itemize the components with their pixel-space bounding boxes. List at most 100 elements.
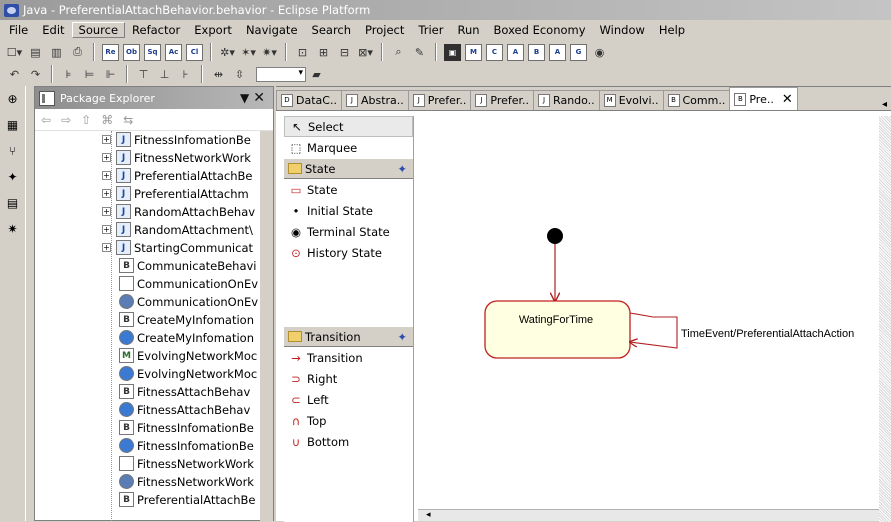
menu-boxed-economy[interactable]: Boxed Economy [487, 23, 593, 37]
globe-icon[interactable]: ◉ [591, 44, 608, 61]
editor-tab[interactable]: D DataC.. [276, 90, 342, 110]
tree-item[interactable]: + J FitnessInfomationBe [102, 131, 273, 148]
new-icon[interactable]: ☐▾ [6, 44, 23, 61]
resource-perspective-icon[interactable]: ▦ [4, 116, 22, 134]
close-tab-icon[interactable]: ✕ [782, 92, 793, 107]
menu-source[interactable]: Source [71, 22, 126, 38]
tree-item[interactable]: B CreateMyInfomation [119, 311, 273, 328]
a2-icon[interactable]: A [549, 43, 566, 61]
menu-file[interactable]: File [2, 23, 35, 37]
search-icon[interactable]: ⌕ [390, 44, 407, 61]
tree-item[interactable]: B FitnessAttachBehav [119, 383, 273, 400]
align-left-icon[interactable]: ⊧ [60, 66, 77, 83]
new-class-icon[interactable]: ⊟ [336, 44, 353, 61]
tree-item[interactable]: M EvolvingNetworkMoc [119, 347, 273, 364]
palette-item-history-state[interactable]: ⊙ History State [284, 242, 413, 263]
pin-icon[interactable]: ✦ [397, 330, 413, 344]
initial-state-node[interactable] [547, 228, 563, 244]
palette-item-state[interactable]: ▭ State [284, 179, 413, 200]
align-middle-icon[interactable]: ⊥ [156, 66, 173, 83]
align-bottom-icon[interactable]: ⊦ [177, 66, 194, 83]
forward-icon[interactable]: ⇨ [61, 113, 71, 127]
c-icon[interactable]: C [486, 43, 503, 61]
scroll-left-icon[interactable]: ◂ [426, 510, 431, 520]
g-icon[interactable]: G [570, 43, 587, 61]
tree-item[interactable]: + J RandomAttachment\ [102, 221, 273, 238]
cvs-icon[interactable]: ▤ [4, 194, 22, 212]
link-editor-icon[interactable]: ⇆ [123, 113, 133, 127]
tree-item[interactable]: B FitnessInfomationBe [119, 419, 273, 436]
menu-window[interactable]: Window [593, 23, 652, 37]
re-button[interactable]: Re [102, 43, 119, 61]
editor-tab[interactable]: B Pre.. ✕ [729, 87, 798, 110]
expand-icon[interactable]: + [102, 171, 111, 180]
open-type-icon[interactable]: ▣ [444, 43, 461, 61]
palette-drawer-transition[interactable]: Transition ✦ [284, 326, 413, 347]
b-icon[interactable]: B [528, 43, 545, 61]
palette-item-terminal-state[interactable]: ◉ Terminal State [284, 221, 413, 242]
ac-button[interactable]: Ac [165, 43, 182, 61]
print-icon[interactable]: ⎙ [69, 44, 86, 61]
tree-item[interactable]: B CommunicateBehavi [119, 257, 273, 274]
ob-button[interactable]: Ob [123, 43, 140, 61]
save-icon[interactable]: ▤ [27, 44, 44, 61]
new-package-icon[interactable]: ⊞ [315, 44, 332, 61]
tree-item[interactable]: CreateMyInfomation [119, 329, 273, 346]
editor-tab[interactable]: J Prefer.. [407, 90, 472, 110]
run-icon[interactable]: ✶▾ [240, 44, 257, 61]
menu-export[interactable]: Export [187, 23, 239, 37]
tree-item[interactable]: EvolvingNetworkMoc [119, 365, 273, 382]
expand-icon[interactable]: + [102, 243, 111, 252]
expand-icon[interactable]: + [102, 189, 111, 198]
editor-tab[interactable]: J Rando.. [533, 90, 600, 110]
state-node[interactable] [484, 300, 631, 359]
tree-item[interactable]: + J FitnessNetworkWork [102, 149, 273, 166]
collapse-all-icon[interactable]: ⌘ [101, 113, 113, 127]
menu-project[interactable]: Project [358, 23, 411, 37]
tree-item[interactable]: CommunicationOnEv [119, 293, 273, 310]
save-all-icon[interactable]: ▥ [48, 44, 65, 61]
m-icon[interactable]: M [465, 43, 482, 61]
java-perspective-icon[interactable]: ✦ [4, 168, 22, 186]
open-perspective-icon[interactable]: ⊕ [4, 90, 22, 108]
tree-item[interactable]: FitnessAttachBehav [119, 401, 273, 418]
match-height-icon[interactable]: ⇳ [231, 66, 248, 83]
menu-help[interactable]: Help [652, 23, 692, 37]
a-icon[interactable]: A [507, 43, 524, 61]
self-transition-arrow[interactable] [630, 312, 678, 349]
cl-button[interactable]: Cl [186, 43, 203, 61]
zoom-combo[interactable] [256, 66, 306, 82]
menu-run[interactable]: Run [450, 23, 486, 37]
menu-trier[interactable]: Trier [411, 23, 450, 37]
menu-navigate[interactable]: Navigate [239, 23, 305, 37]
expand-icon[interactable]: + [102, 135, 111, 144]
palette-marquee-tool[interactable]: ⬚ Marquee [284, 137, 413, 158]
tree-item[interactable]: FitnessNetworkWork [119, 473, 273, 490]
hierarchy-icon[interactable]: ⑂ [4, 142, 22, 160]
tree-item[interactable]: + J PreferentialAttachm [102, 185, 273, 202]
expand-icon[interactable]: + [102, 225, 111, 234]
pencil-icon[interactable]: ✎ [411, 44, 428, 61]
align-right-icon[interactable]: ⊩ [102, 66, 119, 83]
editor-tab[interactable]: B Comm.. [662, 90, 731, 110]
pin-icon[interactable]: ✦ [397, 162, 413, 176]
menu-search[interactable]: Search [305, 23, 359, 37]
back-icon[interactable]: ⇦ [41, 113, 51, 127]
palette-item-left[interactable]: ⊂ Left [284, 389, 413, 410]
new-project-icon[interactable]: ⊡ [294, 44, 311, 61]
forward-icon[interactable]: ↷ [27, 66, 44, 83]
back-icon[interactable]: ↶ [6, 66, 23, 83]
tree-item[interactable]: + J PreferentialAttachBe [102, 167, 273, 184]
debug-icon[interactable]: ✲▾ [219, 44, 236, 61]
expand-icon[interactable]: + [102, 207, 111, 216]
tree-item[interactable]: B PreferentialAttachBe [119, 491, 273, 508]
align-top-icon[interactable]: ⊤ [135, 66, 152, 83]
editor-tab[interactable]: J Prefer.. [470, 90, 535, 110]
debug-perspective-icon[interactable]: ✷ [4, 220, 22, 238]
external-tools-icon[interactable]: ✷▾ [261, 44, 278, 61]
palette-drawer-state[interactable]: State ✦ [284, 158, 413, 179]
diagram-vertical-scrollbar[interactable] [879, 116, 891, 522]
tree-item[interactable]: FitnessInfomationBe [119, 437, 273, 454]
view-menu-icon[interactable]: ▼ [240, 91, 253, 105]
align-center-icon[interactable]: ⊨ [81, 66, 98, 83]
